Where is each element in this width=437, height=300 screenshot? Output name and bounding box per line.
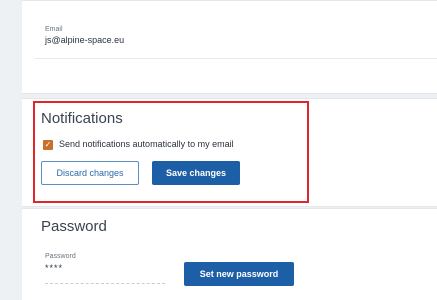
password-divider (45, 283, 165, 284)
set-new-password-button[interactable]: Set new password (184, 262, 294, 286)
settings-page: Email js@alpine-space.eu Notifications ✓… (0, 0, 437, 300)
highlight-box (33, 101, 309, 203)
email-card (22, 0, 437, 94)
email-divider (35, 58, 437, 59)
email-label: Email (45, 26, 63, 33)
password-title: Password (41, 218, 107, 235)
password-label: Password (45, 253, 76, 260)
password-value: **** (45, 263, 64, 273)
email-value: js@alpine-space.eu (45, 35, 125, 45)
